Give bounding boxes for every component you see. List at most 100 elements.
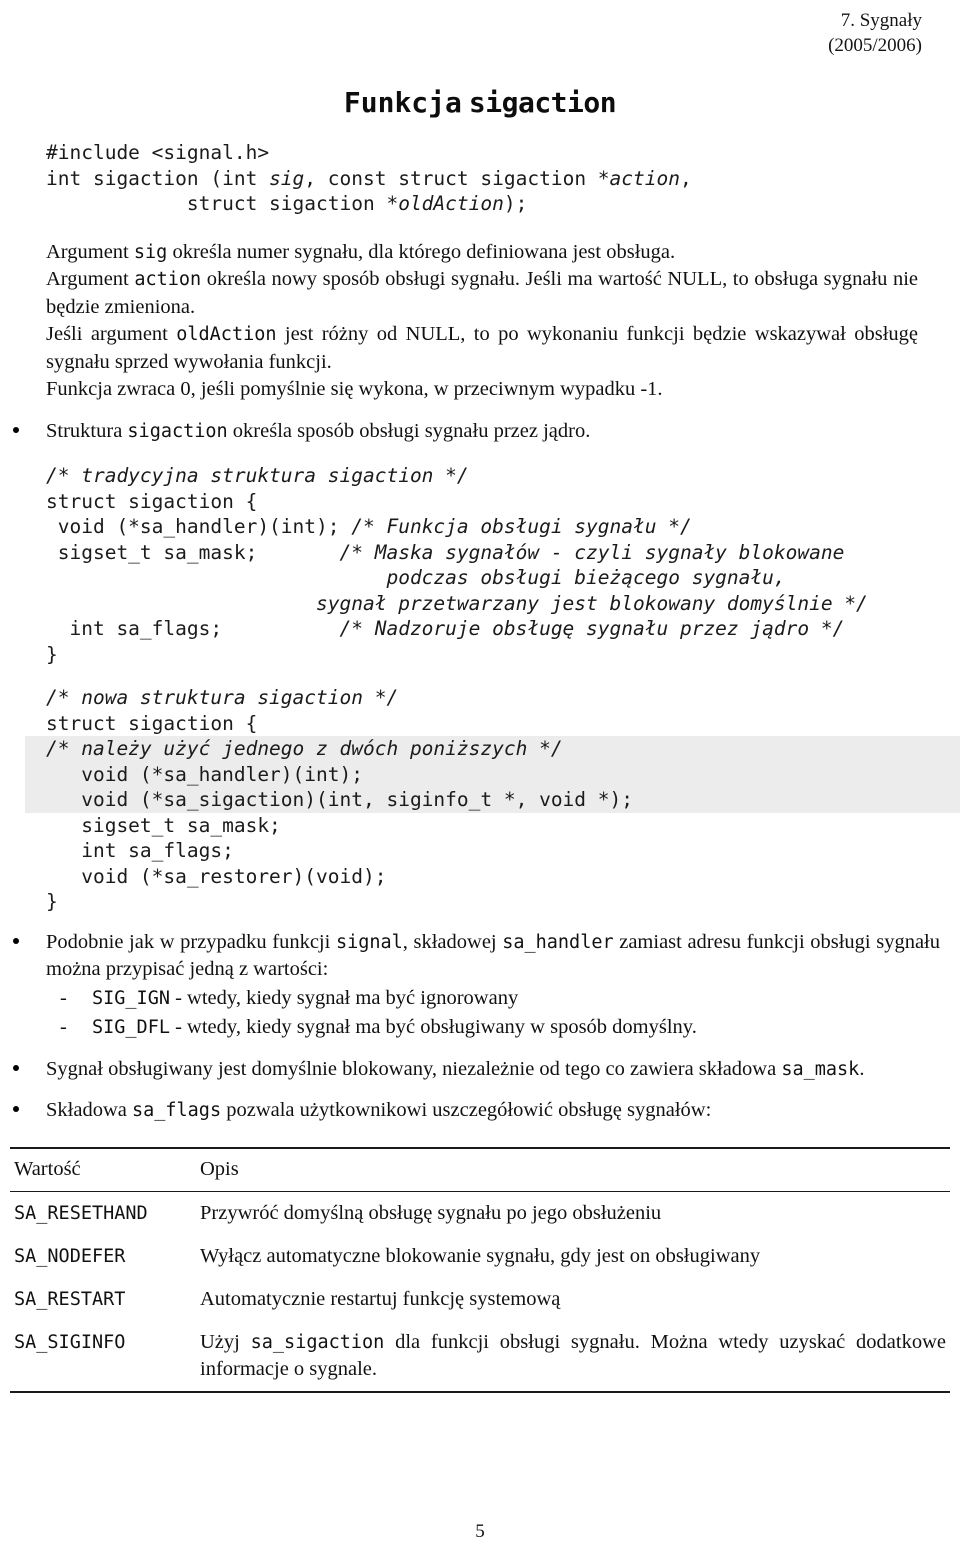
inline-code-sigaction: sigaction xyxy=(127,420,228,442)
desc-part-a: Użyj xyxy=(200,1330,251,1353)
table-header-row: Wartość Opis xyxy=(10,1147,950,1191)
para-sig-b: określa numer sygnału, dla którego defin… xyxy=(167,240,676,263)
dash-item-sig-ign-text: - wtedy, kiedy sygnał ma być ignorowany xyxy=(169,986,519,1009)
prototype-sig2-a: struct sigaction * xyxy=(46,192,399,215)
code-sa-mask-old: sigset_t sa_mask; xyxy=(46,540,340,564)
para-sig-a: Argument xyxy=(46,240,134,263)
code-comment-choose-one: /* należy użyć jednego z dwóch poniższyc… xyxy=(46,737,563,760)
inline-code-sa-flags: sa_flags xyxy=(131,1100,222,1121)
code-line-sa-mask-old: sigset_t sa_mask; /* Maska sygnałów - cz… xyxy=(46,540,960,566)
inline-code-sig-dfl: SIG_DFL xyxy=(92,1016,170,1038)
code-line-comment-header-new: /* nowa struktura sigaction */ xyxy=(46,685,960,711)
table-body: SA_RESETHAND Przywróć domyślną obsługę s… xyxy=(10,1191,950,1392)
prototype-sig-a: int sigaction (int xyxy=(46,166,270,190)
code-comment-sa-mask-old: /* Maska sygnałów - czyli sygnały blokow… xyxy=(339,540,845,564)
bullet-signal-blocked-text: Sygnał obsługiwany jest domyślnie blokow… xyxy=(46,1056,940,1084)
dash-item-sig-dfl-text: - wtedy, kiedy sygnał ma być obsługiwany… xyxy=(169,1015,697,1038)
prototype-sig-c: , xyxy=(680,166,692,190)
code-line-sa-restorer-new: void (*sa_restorer)(void); xyxy=(46,864,387,888)
dash-marker: - xyxy=(60,1015,67,1038)
code-block-new-struct: /* nowa struktura sigaction */struct sig… xyxy=(0,685,960,915)
code-line-struct-open-new: struct sigaction { xyxy=(46,711,258,735)
desc-inline-code: sa_sigaction xyxy=(250,1331,385,1353)
bullet-signal-values: Podobnie jak w przypadku funkcji signal,… xyxy=(0,929,960,984)
bullet-dot-icon xyxy=(13,1106,19,1112)
table-row: SA_RESETHAND Przywróć domyślną obsługę s… xyxy=(10,1191,950,1235)
document-page: 7. Sygnały (2005/2006) Funkcja sigaction… xyxy=(0,0,960,1561)
bullet-dot-icon xyxy=(13,937,19,944)
bullet-dot-icon xyxy=(13,1064,19,1071)
paragraph-sig: Argument sig określa numer sygnału, dla … xyxy=(0,217,960,267)
code-comment-new-header: /* nowa struktura sigaction */ xyxy=(46,686,399,709)
dash-list-signal-constants: - SIG_IGN - wtedy, kiedy sygnał ma być ig… xyxy=(0,984,960,1042)
bullet-signal-blocked: Sygnał obsługiwany jest domyślnie blokow… xyxy=(0,1056,960,1084)
code-comment-sa-mask-cont1: podczas obsługi bieżącego sygnału, xyxy=(46,566,786,589)
running-header: 7. Sygnały (2005/2006) xyxy=(828,8,922,58)
bullet-struct-intro-text: Struktura sigaction określa sposób obsłu… xyxy=(46,418,940,446)
code-line-sa-mask-new: sigset_t sa_mask; xyxy=(46,813,281,837)
code-line-comment-header-old: /* tradycyjna struktura sigaction */ xyxy=(46,463,960,489)
code-line-sa-flags-new: int sa_flags; xyxy=(46,839,234,862)
header-line-year: (2005/2006) xyxy=(828,35,922,56)
page-title-word1: Funkcja xyxy=(343,86,462,119)
table-cell-flag-desc: Przywróć domyślną obsługę sygnału po jeg… xyxy=(196,1191,950,1235)
code-line-sa-mask-cmt2: podczas obsługi bieżącego sygnału, xyxy=(46,565,960,591)
table-cell-flag-name: SA_RESTART xyxy=(14,1288,126,1310)
bullet-blocked-b: . xyxy=(859,1057,865,1080)
header-line-course: 7. Sygnały xyxy=(840,10,922,31)
page-title: Funkcja sigaction xyxy=(0,0,960,120)
table-cell-flag-name: SA_RESETHAND xyxy=(14,1202,148,1224)
prototype-param-oldaction: oldAction xyxy=(398,192,504,215)
table-header-description: Opis xyxy=(200,1157,239,1180)
desc-part-a: Wyłącz automatyczne blokowanie sygnału, … xyxy=(200,1244,761,1267)
code-line-sa-mask-cmt3: sygnał przetwarzany jest blokowany domyś… xyxy=(46,591,960,617)
code-comment-old-header: /* tradycyjna struktura sigaction */ xyxy=(46,464,469,487)
code-comment-sa-handler-old: /* Funkcja obsługi sygnału */ xyxy=(351,515,692,538)
content-area: #include <signal.h> int sigaction (int s… xyxy=(0,140,960,1393)
dash-marker: - xyxy=(60,986,67,1009)
inline-code-sig: sig xyxy=(133,241,168,263)
table-cell-flag-desc: Użyj sa_sigaction dla funkcji obsługi sy… xyxy=(196,1321,950,1392)
dash-item-sig-dfl: - SIG_DFL - wtedy, kiedy sygnał ma być ob… xyxy=(46,1013,960,1042)
table-head: Wartość Opis xyxy=(10,1147,950,1191)
function-prototype: #include <signal.h> int sigaction (int s… xyxy=(46,140,960,217)
bullet-struct-intro: Struktura sigaction określa sposób obsłu… xyxy=(0,418,960,446)
sa-flags-table: Wartość Opis SA_RESETHAND Przywróć domyś… xyxy=(10,1147,950,1393)
para-oldaction-a: Jeśli argument xyxy=(46,323,177,345)
code-line-sa-handler-new: void (*sa_handler)(int); xyxy=(25,761,960,787)
inline-code-oldaction: oldAction xyxy=(176,324,277,345)
table-row: SA_RESTART Automatycznie restartuj funkc… xyxy=(10,1278,950,1321)
page-title-word2: sigaction xyxy=(468,86,617,119)
code-line-sa-handler-old: void (*sa_handler)(int); /* Funkcja obsł… xyxy=(46,514,960,540)
code-sa-handler-old: void (*sa_handler)(int); xyxy=(46,515,352,538)
bullet-signal-b: , składowej xyxy=(402,930,503,953)
code-line-struct-close-old: } xyxy=(46,642,58,666)
bullet-sa-flags-text: Składowa sa_flags pozwala użytkownikowi … xyxy=(46,1097,940,1125)
code-line-struct-close-new: } xyxy=(46,890,58,913)
page-number-footer: 5 xyxy=(475,1521,485,1542)
code-block-old-struct: /* tradycyjna struktura sigaction */stru… xyxy=(0,463,960,667)
table-cell-flag-desc: Wyłącz automatyczne blokowanie sygnału, … xyxy=(196,1235,950,1278)
bullet-signal-values-text: Podobnie jak w przypadku funkcji signal,… xyxy=(46,929,940,984)
paragraph-return-value: Funkcja zwraca 0, jeśli pomyślnie się wy… xyxy=(46,378,663,400)
paragraph-oldaction: Jeśli argument oldAction jest różny od N… xyxy=(0,321,960,376)
prototype-sig-b: , const struct sigaction * xyxy=(304,166,610,190)
paragraph-action: Argument action określa nowy sposób obsł… xyxy=(0,266,960,321)
code-line-struct-open-old: struct sigaction { xyxy=(46,489,258,513)
inline-code-signal: signal xyxy=(335,931,403,953)
bullet-flags-a: Składowa xyxy=(46,1099,132,1121)
table-row: SA_SIGINFO Użyj sa_sigaction dla funkcji… xyxy=(10,1321,950,1392)
bullet-struct-a: Struktura xyxy=(46,419,128,442)
code-comment-sa-mask-cont2: sygnał przetwarzany jest blokowany domyś… xyxy=(46,591,868,615)
code-line-sa-flags-old: int sa_flags; /* Nadzoruje obsługę sygna… xyxy=(46,616,960,642)
code-comment-sa-flags-old: /* Nadzoruje obsługę sygnału przez jądro… xyxy=(339,617,845,640)
inline-code-sa-mask: sa_mask xyxy=(781,1058,860,1080)
prototype-include: #include <signal.h> xyxy=(46,141,270,164)
para-action-a: Argument xyxy=(46,268,135,290)
prototype-param-action: action xyxy=(609,166,680,190)
inline-code-sa-handler: sa_handler xyxy=(502,931,614,953)
dash-item-sig-ign: - SIG_IGN - wtedy, kiedy sygnał ma być ig… xyxy=(46,984,960,1013)
prototype-sig2-b: ); xyxy=(503,192,528,215)
bullet-struct-b: określa sposób obsługi sygnału przez jąd… xyxy=(227,419,591,442)
code-sa-flags-old: int sa_flags; xyxy=(46,617,340,640)
